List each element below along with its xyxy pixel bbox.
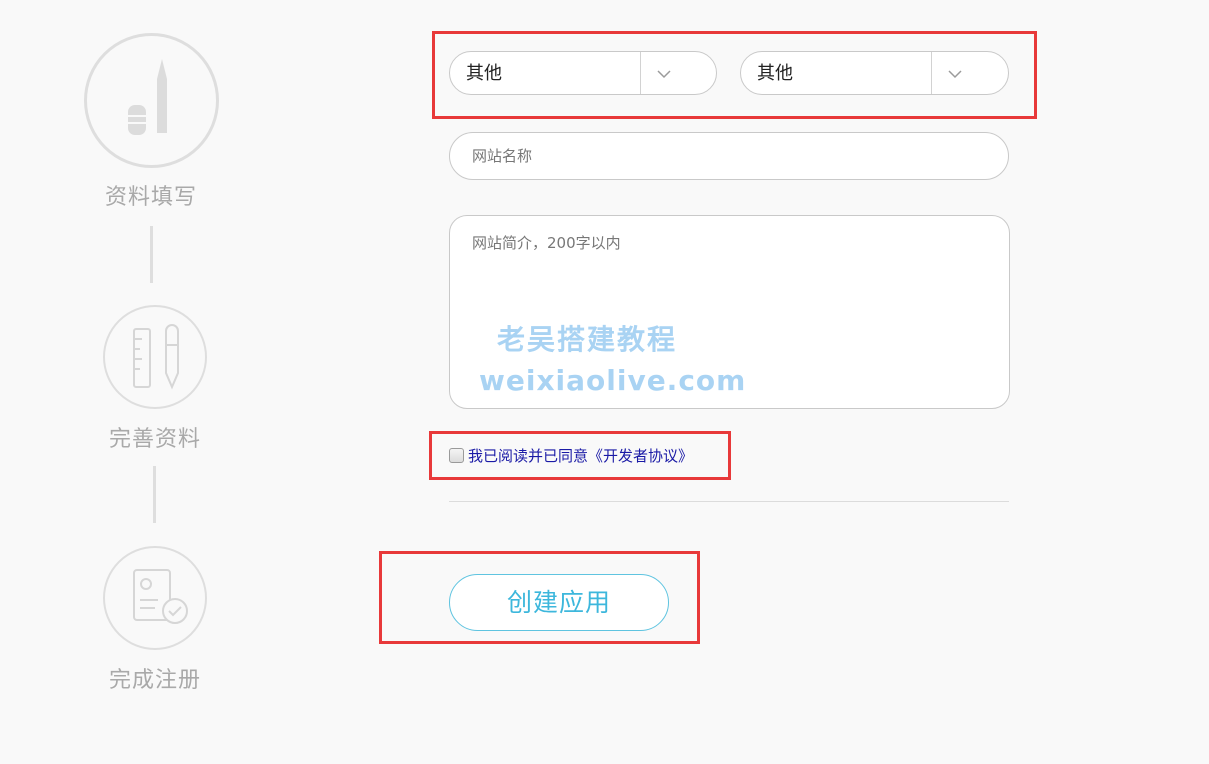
form-divider bbox=[449, 501, 1009, 502]
watermark-url: weixiaolive.com bbox=[479, 364, 747, 397]
step-3-label: 完成注册 bbox=[108, 668, 201, 693]
document-check-icon bbox=[133, 569, 188, 624]
step-1-circle bbox=[84, 33, 219, 168]
step-1-label: 资料填写 bbox=[104, 185, 197, 210]
annotation-box-selects bbox=[432, 31, 1037, 119]
ruler-pencil-icon bbox=[133, 324, 179, 390]
step-2-label: 完善资料 bbox=[108, 427, 201, 452]
annotation-box-create-button bbox=[379, 551, 700, 644]
watermark-title: 老吴搭建教程 bbox=[497, 323, 678, 356]
site-name-input[interactable] bbox=[449, 132, 1009, 180]
annotation-box-agreement bbox=[429, 431, 731, 480]
step-2-circle bbox=[103, 305, 207, 409]
step-connector bbox=[153, 466, 156, 523]
step-connector bbox=[150, 226, 153, 283]
pen-icon bbox=[128, 59, 167, 135]
step-3-circle bbox=[103, 546, 207, 650]
